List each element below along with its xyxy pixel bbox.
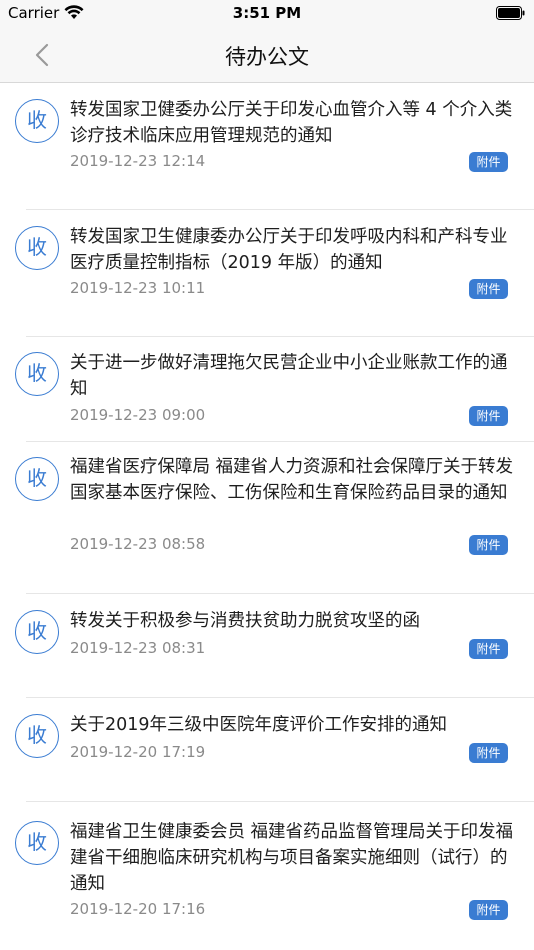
battery-icon — [496, 6, 525, 20]
attachment-badge[interactable]: 附件 — [469, 639, 508, 659]
document-title: 转发国家卫健委办公厅关于印发心血管介入等 4 个介入类诊疗技术临床应用管理规范的… — [70, 100, 513, 146]
clock: 3:51 PM — [232, 4, 302, 22]
attachment-badge[interactable]: 附件 — [469, 152, 508, 172]
document-list: 收 转发国家卫健委办公厅关于印发心血管介入等 4 个介入类诊疗技术临床应用管理规… — [0, 83, 534, 932]
document-list-item[interactable]: 收 关于进一步做好清理拖欠民营企业中小企业账款工作的通知 2019-12-23 … — [0, 337, 534, 442]
navigation-bar: 待办公文 — [0, 28, 534, 83]
document-list-item[interactable]: 收 转发国家卫健委办公厅关于印发心血管介入等 4 个介入类诊疗技术临床应用管理规… — [0, 83, 534, 210]
page-title: 待办公文 — [225, 45, 309, 69]
received-icon: 收 — [15, 99, 59, 143]
document-date: 2019-12-23 08:31 — [70, 639, 206, 657]
document-title: 福建省医疗保障局 福建省人力资源和社会保障厅关于转发国家基本医疗保险、工伤保险和… — [70, 457, 514, 503]
document-date: 2019-12-23 12:14 — [70, 152, 206, 170]
attachment-badge[interactable]: 附件 — [469, 406, 508, 426]
document-list-item[interactable]: 收 福建省卫生健康委会员 福建省药品监督管理局关于印发福建省干细胞临床研究机构与… — [0, 802, 534, 932]
attachment-badge[interactable]: 附件 — [469, 900, 508, 920]
document-title: 关于2019年三级中医院年度评价工作安排的通知 — [70, 715, 448, 735]
received-icon: 收 — [15, 457, 59, 501]
document-date: 2019-12-20 17:19 — [70, 743, 206, 761]
document-list-item[interactable]: 收 转发国家卫生健康委办公厅关于印发呼吸内科和产科专业医疗质量控制指标（2019… — [0, 210, 534, 337]
attachment-badge[interactable]: 附件 — [469, 279, 508, 299]
document-list-item[interactable]: 收 福建省医疗保障局 福建省人力资源和社会保障厅关于转发国家基本医疗保险、工伤保… — [0, 442, 534, 594]
received-icon: 收 — [15, 352, 59, 396]
document-date: 2019-12-20 17:16 — [70, 900, 206, 918]
received-icon: 收 — [15, 821, 59, 865]
document-date: 2019-12-23 08:58 — [70, 535, 206, 553]
document-title: 福建省卫生健康委会员 福建省药品监督管理局关于印发福建省干细胞临床研究机构与项目… — [70, 822, 514, 894]
document-title: 关于进一步做好清理拖欠民营企业中小企业账款工作的通知 — [70, 353, 508, 399]
document-list-item[interactable]: 收 转发关于积极参与消费扶贫助力脱贫攻坚的函 2019-12-23 08:31 … — [0, 594, 534, 698]
attachment-badge[interactable]: 附件 — [469, 535, 508, 555]
document-date: 2019-12-23 10:11 — [70, 279, 206, 297]
received-icon: 收 — [15, 226, 59, 270]
document-list-item[interactable]: 收 关于2019年三级中医院年度评价工作安排的通知 2019-12-20 17:… — [0, 698, 534, 802]
document-title: 转发关于积极参与消费扶贫助力脱贫攻坚的函 — [70, 611, 420, 631]
document-date: 2019-12-23 09:00 — [70, 406, 206, 424]
document-title: 转发国家卫生健康委办公厅关于印发呼吸内科和产科专业医疗质量控制指标（2019 年… — [70, 227, 508, 273]
received-icon: 收 — [15, 714, 59, 758]
status-bar: Carrier 3:51 PM — [0, 0, 534, 28]
attachment-badge[interactable]: 附件 — [469, 743, 508, 763]
received-icon: 收 — [15, 610, 59, 654]
